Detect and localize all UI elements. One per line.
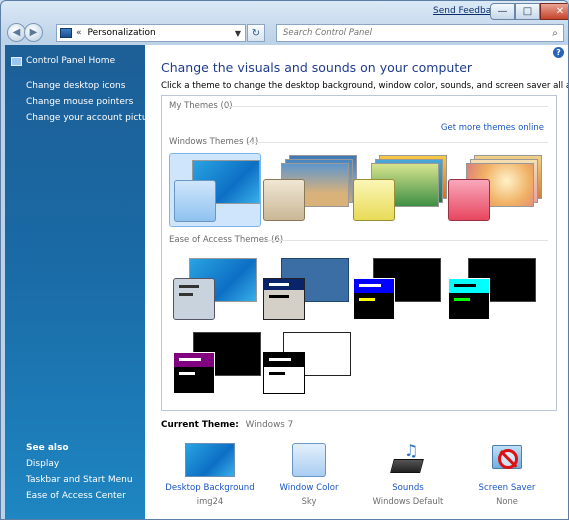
close-button[interactable]: ✕ [540, 3, 568, 20]
my-themes-label: My Themes (0) [169, 101, 233, 111]
sounds-value: Windows Default [372, 496, 444, 506]
refresh-button[interactable]: ↻ [247, 24, 265, 42]
search-icon[interactable]: ⌕ [547, 28, 563, 39]
page-title: Change the visuals and sounds on your co… [161, 60, 473, 75]
theme-nature[interactable] [444, 153, 542, 227]
theme-windows-classic[interactable] [259, 256, 351, 330]
window-color-value: Sky [301, 496, 317, 506]
theme-high-contrast-white[interactable] [259, 330, 351, 404]
screen-saver-icon [490, 443, 524, 477]
breadcrumb-personalization[interactable]: Personalization [88, 28, 156, 38]
current-theme: Current Theme: Windows 7 [161, 420, 293, 430]
desktop-background-setting[interactable]: Desktop Background img24 [165, 443, 255, 506]
window-controls: — □ ✕ [490, 3, 568, 20]
theme-architecture[interactable] [259, 153, 357, 227]
theme-color-swatch [448, 179, 490, 221]
theme-color-swatch [263, 179, 305, 221]
main-content: ? Change the visuals and sounds on your … [145, 45, 569, 519]
title-bar: Send Feedback — □ ✕ ◀ ▶ « Personalizatio… [1, 1, 568, 43]
address-dropdown-icon[interactable]: ▼ [231, 29, 245, 38]
sounds-setting[interactable]: ♫ Sounds Windows Default [363, 441, 453, 506]
see-also-display[interactable]: Display [26, 459, 59, 469]
control-panel-icon [60, 28, 72, 38]
refresh-icon: ↻ [251, 27, 261, 39]
theme-color-swatch [173, 352, 215, 394]
theme-high-contrast-2[interactable] [444, 256, 536, 330]
sidebar-link-mouse-pointers[interactable]: Change mouse pointers [26, 97, 133, 107]
current-theme-name: Windows 7 [245, 420, 294, 430]
sounds-icon: ♫ [390, 441, 426, 477]
control-panel-home-label: Control Panel Home [26, 56, 116, 66]
screen-saver-value: None [496, 496, 518, 506]
desktop-background-label: Desktop Background [165, 483, 255, 493]
screen-saver-label: Screen Saver [478, 483, 536, 493]
sidebar-link-desktop-icons[interactable]: Change desktop icons [26, 81, 125, 91]
forward-button[interactable]: ▶ [24, 23, 43, 42]
maximize-button[interactable]: □ [515, 3, 540, 20]
theme-windows7[interactable] [169, 153, 261, 227]
see-also-taskbar[interactable]: Taskbar and Start Menu [26, 475, 133, 485]
theme-color-swatch [353, 278, 395, 320]
theme-high-contrast-1[interactable] [349, 256, 441, 330]
theme-landscapes[interactable] [349, 153, 447, 227]
breadcrumb-chevron[interactable]: « [76, 28, 82, 38]
control-panel-home-icon [11, 56, 22, 66]
theme-color-swatch [353, 179, 395, 221]
window-color-label: Window Color [279, 483, 339, 493]
see-also-ease-of-access[interactable]: Ease of Access Center [26, 491, 126, 501]
screen-saver-setting[interactable]: Screen Saver None [462, 443, 552, 506]
navigation-buttons: ◀ ▶ [7, 23, 43, 42]
window-color-setting[interactable]: Window Color Sky [264, 443, 354, 506]
desktop-background-value: img24 [196, 496, 224, 506]
current-theme-label: Current Theme: [161, 420, 239, 430]
theme-color-swatch [448, 278, 490, 320]
section-divider [248, 142, 548, 143]
window-color-icon [292, 443, 326, 477]
theme-color-swatch [174, 180, 216, 222]
theme-color-swatch [263, 352, 305, 394]
themes-list: My Themes (0) Get more themes online Win… [161, 95, 557, 411]
theme-high-contrast-black[interactable] [169, 330, 261, 404]
back-arrow-icon: ◀ [12, 27, 21, 38]
page-subtitle: Click a theme to change the desktop back… [161, 81, 569, 91]
forward-arrow-icon: ▶ [29, 27, 38, 38]
sidebar: Control Panel Home Change desktop icons … [5, 45, 157, 519]
help-icon[interactable]: ? [553, 47, 564, 58]
section-divider [226, 106, 548, 107]
windows-themes-label: Windows Themes (4) [169, 137, 259, 147]
see-also-heading: See also [26, 443, 69, 453]
address-bar[interactable]: « Personalization ▼ [56, 24, 246, 42]
sounds-label: Sounds [392, 483, 424, 493]
theme-windows7-basic[interactable] [169, 256, 261, 330]
sidebar-link-account-picture[interactable]: Change your account picture [26, 113, 157, 123]
section-divider [262, 240, 548, 241]
minimize-button[interactable]: — [490, 3, 515, 20]
desktop-background-icon [185, 443, 235, 477]
control-panel-home-link[interactable]: Control Panel Home [11, 56, 115, 66]
get-more-themes-link[interactable]: Get more themes online [441, 123, 544, 133]
search-input[interactable] [277, 28, 547, 38]
personalization-window: Send Feedback — □ ✕ ◀ ▶ « Personalizatio… [0, 0, 569, 520]
theme-color-swatch [173, 278, 215, 320]
search-box: ⌕ [276, 24, 564, 42]
theme-color-swatch [263, 278, 305, 320]
